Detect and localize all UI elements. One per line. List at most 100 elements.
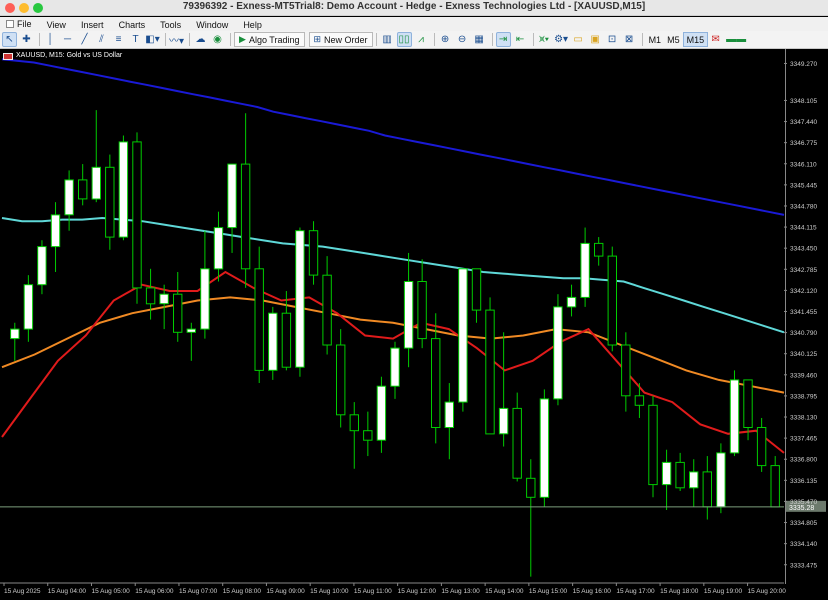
- file-icon: [6, 20, 14, 28]
- algo-trading-button[interactable]: ▶ Algo Trading: [234, 32, 305, 47]
- candle-bearish: [132, 141, 142, 289]
- candle-bearish: [336, 344, 346, 416]
- menu-file[interactable]: File: [0, 17, 38, 31]
- candle-bearish: [485, 309, 495, 435]
- period-sep-icon[interactable]: ⩙▾: [537, 32, 552, 47]
- notifications-icon[interactable]: ✉: [708, 32, 723, 47]
- y-tick-label: 3336.135: [790, 478, 817, 485]
- candle-bearish: [145, 287, 156, 305]
- text-icon[interactable]: T: [128, 32, 143, 47]
- candle-bullish: [716, 452, 726, 508]
- folder-icon[interactable]: ▭: [571, 32, 586, 47]
- x-tick-label: 15 Aug 19:00: [704, 588, 743, 595]
- candle-bullish: [186, 328, 197, 333]
- x-tick-label: 15 Aug 05:00: [91, 588, 130, 595]
- candles-icon[interactable]: ▯▯: [396, 32, 412, 47]
- y-tick-label: 3342.120: [790, 288, 817, 295]
- y-tick-label: 3344.115: [790, 225, 817, 232]
- toolbar-separator: [433, 33, 435, 46]
- toolbar-separator: [189, 33, 191, 46]
- candle-bearish: [770, 465, 780, 508]
- signals-icon[interactable]: ◉: [210, 32, 225, 47]
- depth-icon[interactable]: ▥: [380, 32, 395, 47]
- chart-shift-icon[interactable]: ⇤: [513, 32, 528, 47]
- timeframe-m1[interactable]: M1: [646, 32, 665, 47]
- timeframe-m15[interactable]: M15: [682, 32, 709, 47]
- candle-bearish: [621, 344, 631, 397]
- candle-bullish: [227, 163, 237, 229]
- vertical-line-icon[interactable]: │: [43, 32, 58, 47]
- fibonacci-icon[interactable]: ≡: [111, 32, 126, 47]
- y-tick-label: 3343.450: [790, 246, 817, 253]
- y-tick-label: 3345.445: [790, 182, 817, 189]
- candle-bullish: [200, 268, 210, 330]
- cloud-icon[interactable]: ☁: [193, 32, 208, 47]
- new-order-button[interactable]: ⊞ New Order: [308, 32, 373, 47]
- x-tick-label: 15 Aug 14:00: [485, 588, 524, 595]
- price-axis-border: [785, 49, 786, 584]
- zoom-in-icon[interactable]: ⊕: [438, 32, 453, 47]
- candle-bearish: [417, 281, 427, 340]
- toolbar-separator: [230, 33, 232, 46]
- zoom-out-icon[interactable]: ⊖: [455, 32, 470, 47]
- autoscroll-icon[interactable]: ⇥: [495, 32, 511, 47]
- menu-window[interactable]: Window: [190, 18, 234, 32]
- y-tick-label: 3336.800: [790, 457, 817, 464]
- menu-view[interactable]: View: [41, 18, 72, 32]
- y-tick-label: 3340.790: [790, 330, 817, 337]
- line-chart-icon[interactable]: ⩘: [414, 32, 429, 47]
- chart-canvas[interactable]: 3335.283349.2703348.1053347.4403346.7753…: [0, 49, 828, 600]
- y-tick-label: 3348.105: [790, 98, 817, 105]
- candle-bearish: [607, 255, 617, 346]
- new-order-icon: ⊞: [313, 34, 322, 44]
- y-tick-label: 3335.470: [790, 499, 817, 506]
- signal-strength-icon: ▬▬: [726, 34, 747, 45]
- menu-charts[interactable]: Charts: [113, 18, 152, 32]
- candle-bearish: [105, 166, 115, 238]
- candle-bullish: [64, 179, 74, 216]
- y-tick-label: 3337.465: [790, 436, 817, 443]
- toolbar-separator: [39, 33, 40, 46]
- candle-bearish: [349, 414, 360, 432]
- save-icon[interactable]: ▣: [588, 32, 603, 47]
- indicator-icon[interactable]: 〰▾: [169, 32, 184, 47]
- y-tick-label: 3346.775: [790, 140, 817, 147]
- y-tick-label: 3341.455: [790, 309, 817, 316]
- timeframe-m5[interactable]: M5: [664, 32, 683, 47]
- y-tick-label: 3334.805: [790, 520, 817, 527]
- toolbar-separator: [641, 33, 643, 46]
- candle-bearish: [512, 407, 522, 479]
- menu-insert[interactable]: Insert: [75, 18, 110, 32]
- horizontal-line-icon[interactable]: ─: [60, 32, 75, 47]
- crosshair-icon[interactable]: ✚: [19, 32, 34, 47]
- y-tick-label: 3334.140: [790, 541, 817, 548]
- menu-tools[interactable]: Tools: [154, 18, 187, 32]
- shapes-icon[interactable]: ◧▾: [145, 32, 160, 47]
- x-tick-label: 15 Aug 17:00: [616, 588, 655, 595]
- toolbar-separator: [532, 33, 534, 46]
- candle-bullish: [159, 293, 169, 305]
- candle-bearish: [78, 179, 88, 200]
- candle-bearish: [702, 471, 712, 508]
- cursor-icon[interactable]: ↖: [2, 32, 17, 47]
- candle-bullish: [458, 268, 468, 403]
- history-icon[interactable]: ⊠: [622, 32, 637, 47]
- candle-bullish: [729, 379, 740, 454]
- grid-icon[interactable]: ▦: [472, 32, 487, 47]
- price-chart[interactable]: 3335.28 3349.270 3348.105 3347.440 3346.775 3…: [0, 49, 828, 600]
- y-tick-label: 3347.440: [790, 119, 817, 126]
- menu-help[interactable]: Help: [237, 18, 268, 32]
- y-tick-label: 3338.130: [790, 415, 817, 422]
- templates-icon[interactable]: ⚙▾: [554, 32, 569, 47]
- channel-icon[interactable]: ⫽: [94, 32, 109, 47]
- x-tick-label: 15 Aug 07:00: [179, 588, 218, 595]
- trendline-icon[interactable]: ╱: [77, 32, 92, 47]
- candle-bullish: [566, 296, 577, 308]
- candle-bearish: [281, 312, 292, 368]
- candle-bullish: [268, 312, 278, 371]
- candle-bullish: [23, 284, 34, 330]
- candle-bearish: [431, 338, 441, 429]
- alerts-icon[interactable]: ⊡: [605, 32, 620, 47]
- candle-bearish: [594, 242, 604, 257]
- candle-bullish: [390, 347, 400, 387]
